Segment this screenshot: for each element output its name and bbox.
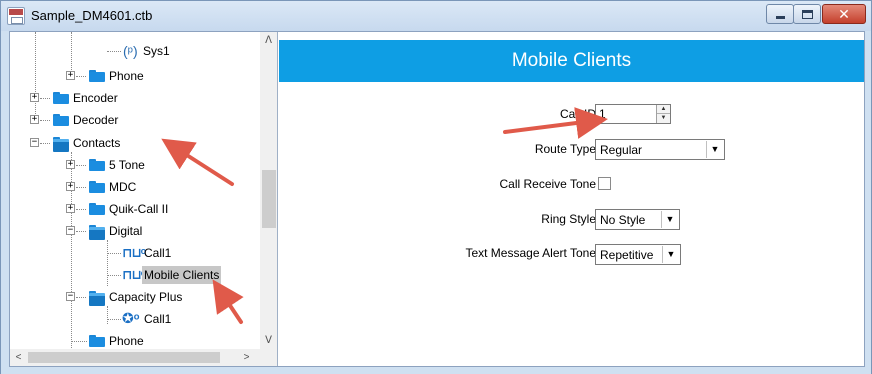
folder-icon	[53, 114, 69, 126]
tree-item-encoder[interactable]: + Encoder	[10, 87, 260, 109]
tree-item-decoder[interactable]: + Decoder	[10, 109, 260, 131]
minimize-button[interactable]	[766, 4, 794, 24]
text-message-alert-tone-select[interactable]: Repetitive ▼	[595, 244, 681, 265]
horizontal-scroll-thumb[interactable]	[28, 352, 220, 363]
route-type-value: Regular	[600, 143, 643, 157]
dropdown-arrow-icon[interactable]: ▼	[706, 141, 723, 158]
tree-item-label: Decoder	[73, 113, 119, 127]
scroll-right-button[interactable]: >	[238, 349, 255, 366]
tree-item-label: Sys1	[143, 44, 170, 58]
text-message-alert-tone-value: Repetitive	[600, 248, 654, 262]
folder-icon	[89, 70, 105, 82]
tree-item-contacts[interactable]: − Contacts	[10, 132, 260, 154]
ring-style-select[interactable]: No Style ▼	[595, 209, 680, 230]
page-title: Mobile Clients	[279, 40, 864, 82]
tree-item-quik-call-ii[interactable]: + Quik-Call II	[10, 198, 260, 220]
ring-style-value: No Style	[600, 213, 646, 227]
tree-item-mdc[interactable]: + MDC	[10, 176, 260, 198]
maximize-icon	[802, 10, 813, 19]
folder-icon	[89, 181, 105, 193]
tree-view[interactable]: (ᵖ) Sys1 + Phone + Encoder + Decoder − C…	[10, 32, 260, 349]
expand-button[interactable]: +	[66, 204, 75, 213]
tree-item-label: 5 Tone	[109, 158, 145, 172]
tree-item-label: Call1	[144, 246, 172, 260]
expand-button[interactable]: +	[66, 71, 75, 80]
folder-icon	[89, 203, 105, 215]
chevron-up-icon: ᐱ	[265, 35, 272, 46]
close-icon: ✕	[838, 6, 850, 22]
expand-button[interactable]: +	[66, 160, 75, 169]
minimize-icon	[776, 16, 785, 19]
contact-icon: ⊓⊔ᵒ	[122, 245, 146, 260]
open-folder-icon	[53, 137, 69, 152]
vertical-scrollbar[interactable]: ᐱ ᐯ	[260, 32, 277, 349]
text-message-alert-tone-label: Text Message Alert Tone	[465, 246, 596, 260]
dropdown-arrow-icon[interactable]: ▼	[662, 246, 679, 263]
tree-item-5-tone[interactable]: + 5 Tone	[10, 154, 260, 176]
chevron-left-icon: <	[15, 352, 22, 363]
horizontal-scrollbar[interactable]: < >	[10, 349, 277, 366]
call-receive-tone-label: Call Receive Tone	[499, 177, 597, 191]
tree-item-label: Encoder	[73, 91, 118, 105]
tree-item-call1-group[interactable]: ✪ᵒ Call1	[10, 308, 260, 330]
vertical-scroll-thumb[interactable]	[262, 170, 276, 228]
route-type-select[interactable]: Regular ▼	[595, 139, 725, 160]
group-call-icon: ✪ᵒ	[122, 310, 140, 326]
scroll-up-button[interactable]: ᐱ	[260, 32, 277, 49]
spinner-buttons: ▲ ▼	[656, 105, 670, 123]
tree-item-label: Capacity Plus	[109, 290, 183, 304]
expand-button[interactable]: +	[30, 93, 39, 102]
chevron-right-icon: >	[243, 352, 250, 363]
maximize-button[interactable]	[793, 4, 821, 24]
spinner-up-button[interactable]: ▲	[657, 105, 670, 114]
collapse-button[interactable]: −	[66, 226, 75, 235]
chevron-down-icon: ᐯ	[265, 335, 272, 346]
client-area: (ᵖ) Sys1 + Phone + Encoder + Decoder − C…	[9, 31, 865, 367]
open-folder-icon	[89, 291, 105, 306]
tree-panel: (ᵖ) Sys1 + Phone + Encoder + Decoder − C…	[10, 32, 278, 366]
application-window: Sample_DM4601.ctb ✕ (ᵖ) Sys1 + Phone + E…	[0, 0, 872, 374]
tree-item-mobile-clients[interactable]: ⊓⊔ᵒ Mobile Clients	[10, 264, 260, 286]
call-id-label: Call ID	[559, 107, 596, 121]
folder-icon	[89, 335, 105, 347]
tree-item-label: Phone	[109, 69, 144, 83]
collapse-button[interactable]: −	[66, 292, 75, 301]
spinner-down-button[interactable]: ▼	[657, 114, 670, 123]
call-id-value[interactable]: 1	[599, 107, 606, 121]
window-title: Sample_DM4601.ctb	[31, 8, 153, 23]
tree-item-label: Call1	[144, 312, 172, 326]
folder-icon	[53, 92, 69, 104]
tree-item-label: MDC	[109, 180, 137, 194]
title-bar[interactable]: Sample_DM4601.ctb ✕	[1, 1, 871, 31]
tree-item-capacity-plus[interactable]: − Capacity Plus	[10, 286, 260, 308]
tree-item-label: Quik-Call II	[109, 202, 169, 216]
tree-item-call1[interactable]: ⊓⊔ᵒ Call1	[10, 242, 260, 264]
expand-button[interactable]: +	[30, 115, 39, 124]
collapse-button[interactable]: −	[30, 138, 39, 147]
tree-item-digital[interactable]: − Digital	[10, 220, 260, 242]
scroll-left-button[interactable]: <	[10, 349, 27, 366]
tree-item-label: Phone	[109, 334, 144, 348]
call-id-spinner[interactable]: 1 ▲ ▼	[595, 104, 671, 124]
tree-item-sys1[interactable]: (ᵖ) Sys1	[10, 40, 260, 62]
tree-item-phone[interactable]: + Phone	[10, 65, 260, 87]
tree-item-label-selected: Mobile Clients	[142, 266, 222, 284]
tree-item-phone-bottom[interactable]: Phone	[10, 330, 260, 349]
expand-button[interactable]: +	[66, 182, 75, 191]
tree-item-label: Digital	[109, 224, 143, 238]
window-bottom-border	[1, 367, 871, 374]
document-icon	[7, 7, 25, 25]
open-folder-icon	[89, 225, 105, 240]
antenna-icon: (ᵖ)	[123, 43, 138, 59]
ring-style-label: Ring Style	[541, 212, 596, 226]
tree-item-label: Contacts	[73, 136, 121, 150]
folder-icon	[89, 159, 105, 171]
route-type-label: Route Type	[534, 142, 596, 156]
dropdown-arrow-icon[interactable]: ▼	[661, 211, 678, 228]
scroll-down-button[interactable]: ᐯ	[260, 332, 277, 349]
form-panel: Mobile Clients Call ID 1 ▲ ▼ Route Type …	[279, 32, 864, 366]
close-button[interactable]: ✕	[822, 4, 866, 24]
call-receive-tone-checkbox[interactable]	[598, 177, 611, 190]
